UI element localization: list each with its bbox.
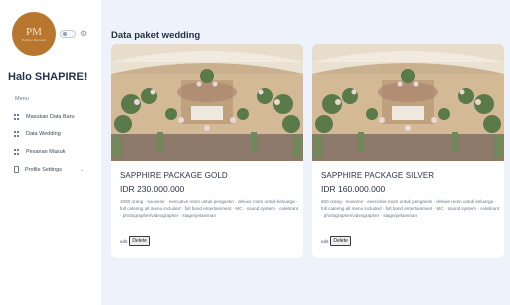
logo-tagline: Perfect Moment [22,37,46,42]
grid-icon [14,131,20,137]
theme-toggle[interactable] [60,30,76,38]
delete-button[interactable]: Delete [129,236,150,246]
document-icon [14,166,19,173]
package-card: SAPPHIRE PACKAGE SILVER IDR 160.000.000 … [312,44,504,258]
sidebar-item-profile-settings[interactable]: Profile Settings ⌄ [14,166,84,173]
grid-icon [14,114,20,120]
package-description: 1000 orang · souvenir · executive room u… [120,199,298,218]
package-photo [111,44,303,161]
package-photo [312,44,504,161]
package-price: IDR 230.000.000 [120,184,185,194]
package-title: SAPPHIRE PACKAGE SILVER [321,171,435,180]
edit-link[interactable]: edit [321,239,328,244]
delete-button[interactable]: Delete [330,236,351,246]
package-title: SAPPHIRE PACKAGE GOLD [120,171,228,180]
card-actions: edit Delete [120,236,150,246]
edit-link[interactable]: edit [120,239,127,244]
sidebar-item-pesanan-masuk[interactable]: Pesanan Masuk [14,149,65,155]
sidebar-controls: ⚙ [60,30,87,38]
settings-gear-icon[interactable]: ⚙ [80,30,87,38]
package-card: SAPPHIRE PACKAGE GOLD IDR 230.000.000 10… [111,44,303,258]
grid-icon [14,149,20,155]
sidebar-item-data-wedding[interactable]: Data Wedding [14,131,61,137]
brand-logo[interactable]: PM Perfect Moment [12,12,56,56]
greeting: Halo SHAPIRE! [8,71,88,83]
chevron-down-icon[interactable]: ⌄ [80,167,84,173]
sidebar-item-label: Masukan Data Baru [26,114,75,120]
menu-label: Menu [15,96,29,102]
logo-monogram: PM [26,25,42,38]
sidebar-item-label: Pesanan Masuk [26,149,66,155]
sidebar-item-masukan-data-baru[interactable]: Masukan Data Baru [14,114,75,120]
package-price: IDR 160.000.000 [321,184,386,194]
sidebar: PM Perfect Moment ⚙ Halo SHAPIRE! Menu M… [0,0,101,305]
package-description: 600 orang · souvenir · executive room un… [321,199,499,218]
sidebar-item-label: Data Wedding [26,131,61,137]
page-title: Data paket wedding [111,30,201,41]
sidebar-item-label: Profile Settings [25,166,62,173]
card-actions: edit Delete [321,236,351,246]
